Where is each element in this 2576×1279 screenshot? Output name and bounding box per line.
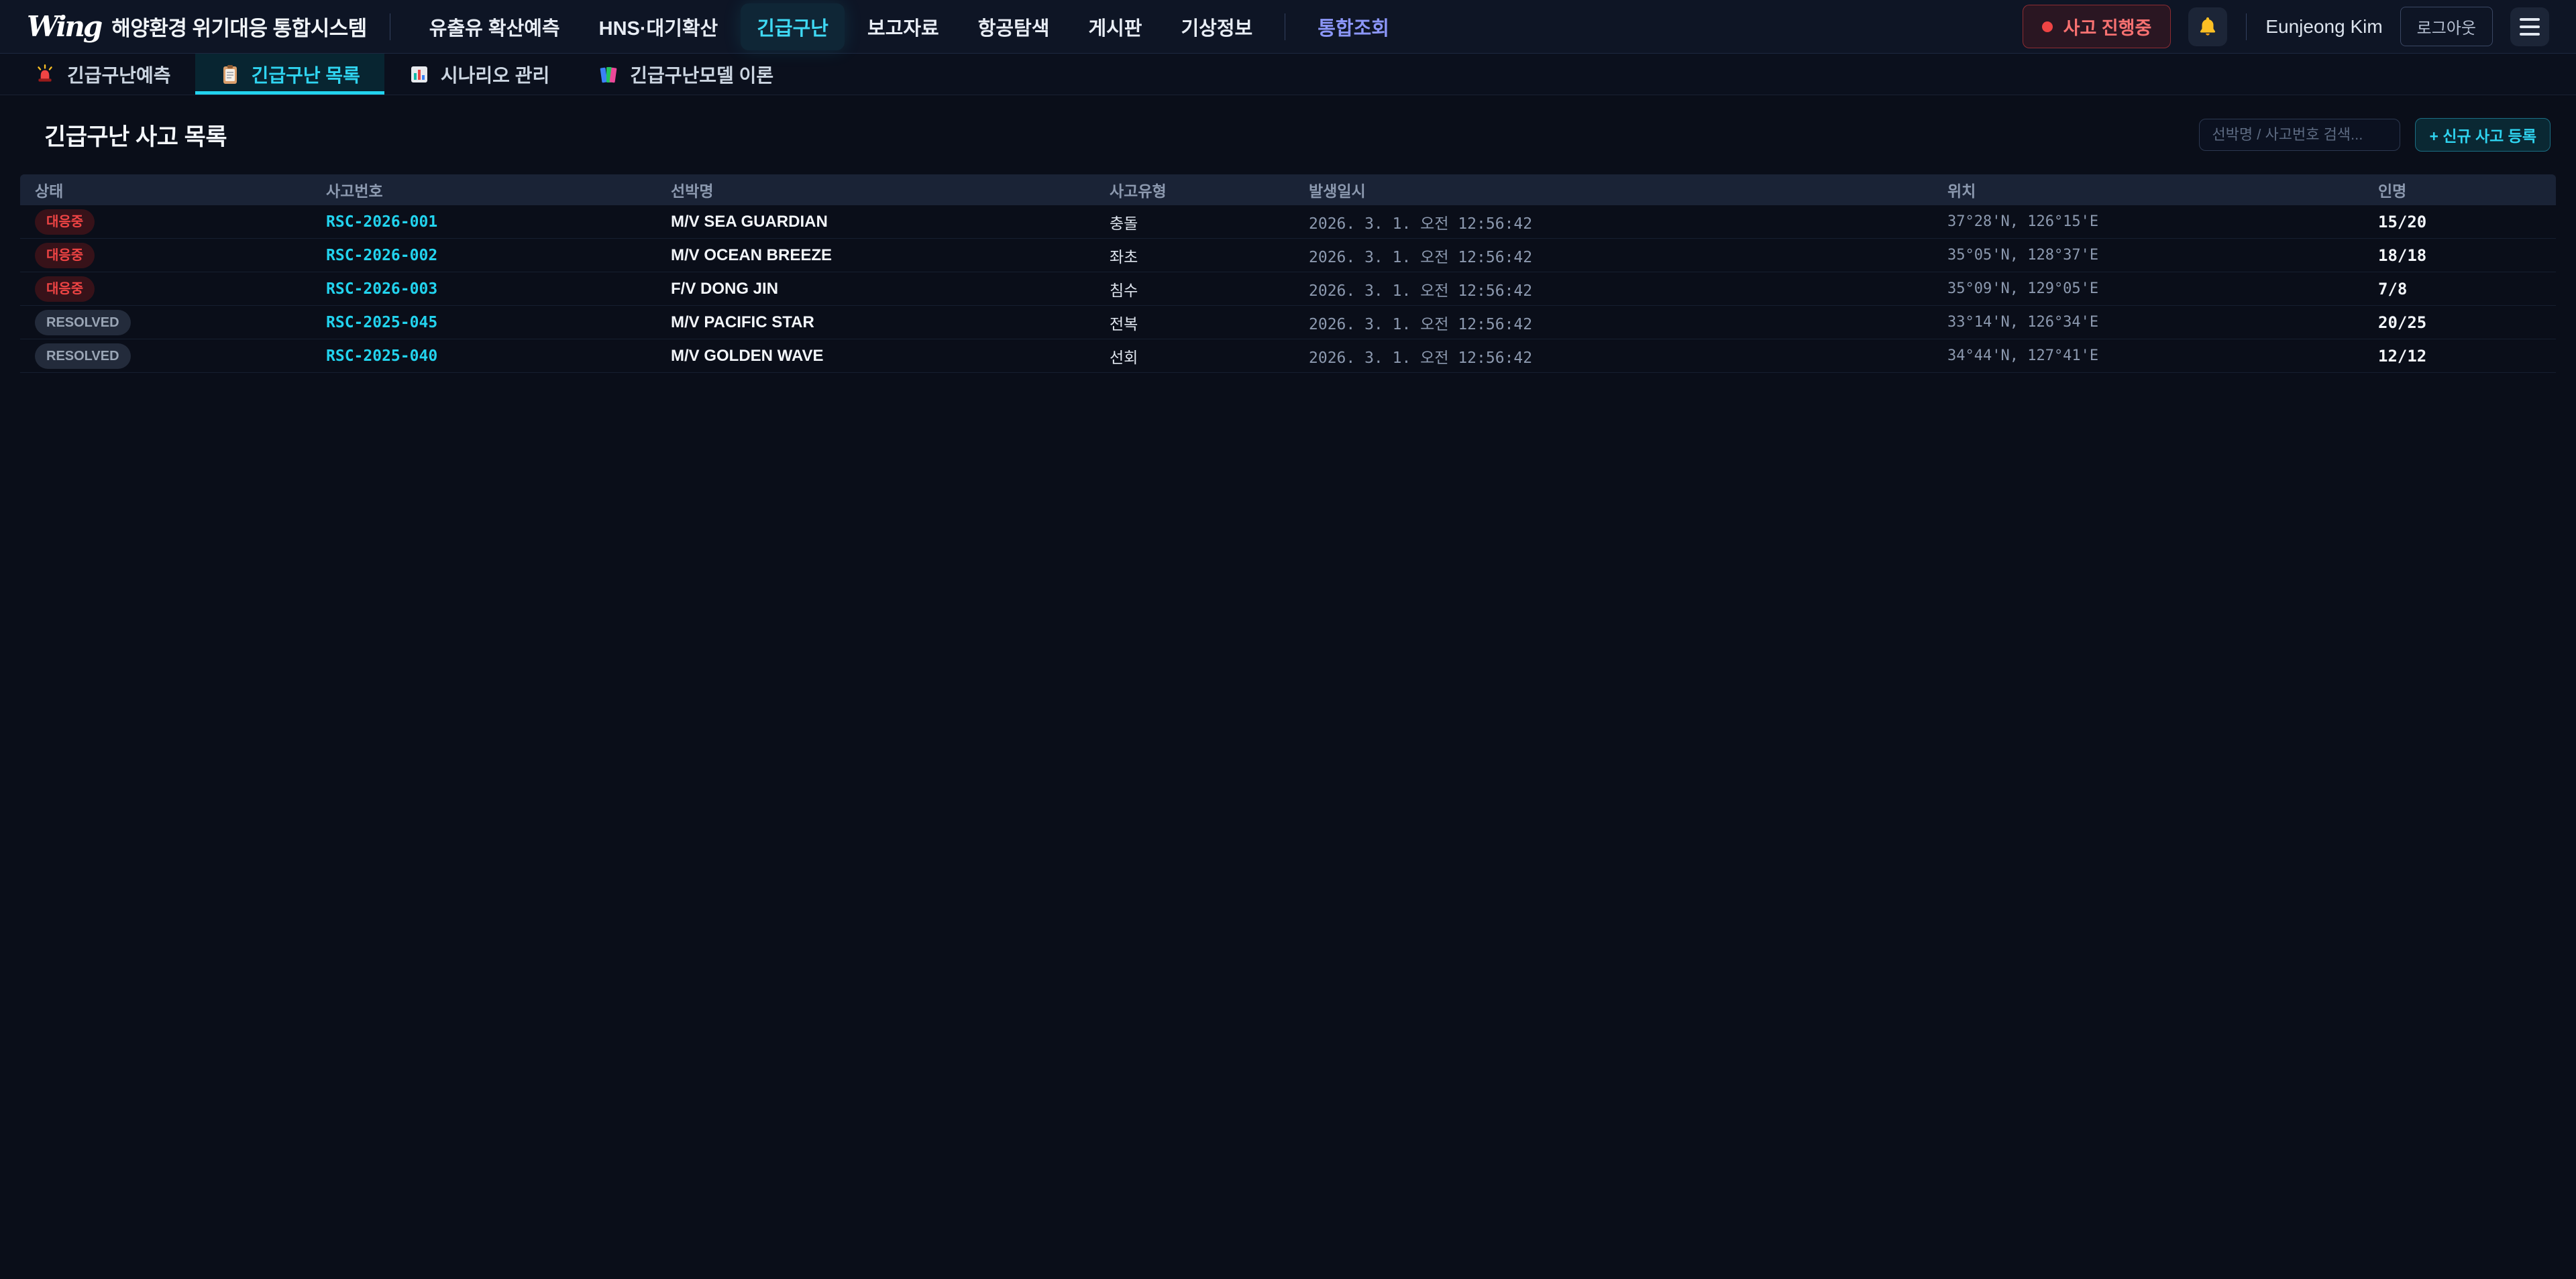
column-header-type: 사고유형 bbox=[1095, 178, 1294, 201]
user-divider bbox=[2246, 13, 2247, 40]
page-header-actions: + 신규 사고 등록 bbox=[2199, 118, 2551, 152]
page-title: 긴급구난 사고 목록 bbox=[44, 118, 227, 152]
hamburger-menu-icon bbox=[2520, 18, 2540, 36]
incident-table: 상태 사고번호 선박명 사고유형 발생일시 위치 인명 대응중 RSC-2026… bbox=[20, 174, 2556, 373]
tab-label: 긴급구난 목록 bbox=[252, 61, 360, 88]
incident-position: 37°28'N, 126°15'E bbox=[1933, 213, 2363, 230]
status-badge: 대응중 bbox=[35, 243, 95, 268]
incident-position: 35°09'N, 129°05'E bbox=[1933, 280, 2363, 297]
nav-item-air-search[interactable]: 항공탐색 bbox=[962, 3, 1066, 50]
incident-datetime: 2026. 3. 1. 오전 12:56:42 bbox=[1294, 345, 1933, 368]
incident-id-link[interactable]: RSC-2025-040 bbox=[311, 347, 656, 365]
tab-scenario-management[interactable]: 시나리오 관리 bbox=[384, 54, 574, 95]
incident-in-progress-badge: 사고 진행중 bbox=[2023, 5, 2171, 48]
incident-id-link[interactable]: RSC-2025-045 bbox=[311, 314, 656, 331]
column-header-incident-id: 사고번호 bbox=[311, 178, 656, 201]
app-title: 해양환경 위기대응 통합시스템 bbox=[111, 11, 367, 42]
nav-item-board[interactable]: 게시판 bbox=[1072, 3, 1158, 50]
incident-position: 35°05'N, 128°37'E bbox=[1933, 247, 2363, 264]
incident-datetime: 2026. 3. 1. 오전 12:56:42 bbox=[1294, 311, 1933, 334]
nav-item-integrated-search[interactable]: 통합조회 bbox=[1301, 3, 1405, 50]
table-row[interactable]: 대응중 RSC-2026-002 M/V OCEAN BREEZE 좌초 202… bbox=[20, 239, 2556, 272]
search-input[interactable] bbox=[2199, 119, 2400, 151]
status-badge: 대응중 bbox=[35, 276, 95, 302]
sub-tab-bar: 긴급구난예측 긴급구난 목록 시나리오 관리 긴급구난모델 이론 bbox=[0, 54, 2576, 95]
nav-item-rescue[interactable]: 긴급구난 bbox=[741, 3, 845, 50]
incident-type: 충돌 bbox=[1095, 211, 1294, 233]
top-navigation-bar: Wing 해양환경 위기대응 통합시스템 유출유 확산예측 HNS·대기확산 긴… bbox=[0, 0, 2576, 54]
table-header-row: 상태 사고번호 선박명 사고유형 발생일시 위치 인명 bbox=[20, 174, 2556, 205]
nav-item-hns[interactable]: HNS·대기확산 bbox=[583, 3, 735, 50]
status-badge: 대응중 bbox=[35, 209, 95, 235]
vessel-name: M/V GOLDEN WAVE bbox=[656, 347, 1095, 366]
nav-item-reports[interactable]: 보고자료 bbox=[851, 3, 955, 50]
status-badge: RESOLVED bbox=[35, 310, 131, 335]
table-row[interactable]: RESOLVED RSC-2025-045 M/V PACIFIC STAR 전… bbox=[20, 306, 2556, 339]
table-row[interactable]: RESOLVED RSC-2025-040 M/V GOLDEN WAVE 선회… bbox=[20, 339, 2556, 373]
persons-count: 12/12 bbox=[2363, 347, 2557, 366]
incident-type: 좌초 bbox=[1095, 244, 1294, 267]
column-header-position: 위치 bbox=[1933, 178, 2363, 201]
column-header-datetime: 발생일시 bbox=[1294, 178, 1933, 201]
app-logo[interactable]: Wing 해양환경 위기대응 통합시스템 bbox=[27, 11, 367, 42]
logout-button[interactable]: 로그아웃 bbox=[2400, 7, 2493, 46]
clipboard-icon bbox=[219, 64, 241, 85]
table-row[interactable]: 대응중 RSC-2026-003 F/V DONG JIN 침수 2026. 3… bbox=[20, 272, 2556, 306]
nav-item-oil-spill[interactable]: 유출유 확산예측 bbox=[413, 3, 576, 50]
hamburger-menu-button[interactable] bbox=[2510, 7, 2549, 46]
nav-item-weather[interactable]: 기상정보 bbox=[1165, 3, 1269, 50]
user-name: Eunjeong Kim bbox=[2265, 16, 2382, 38]
incident-status-label: 사고 진행중 bbox=[2063, 13, 2152, 40]
incident-datetime: 2026. 3. 1. 오전 12:56:42 bbox=[1294, 211, 1933, 233]
main-nav: 유출유 확산예측 HNS·대기확산 긴급구난 보고자료 항공탐색 게시판 기상정… bbox=[413, 3, 1405, 50]
siren-icon bbox=[34, 63, 56, 86]
incident-type: 전복 bbox=[1095, 311, 1294, 334]
vessel-name: M/V SEA GUARDIAN bbox=[656, 213, 1095, 231]
column-header-status: 상태 bbox=[20, 178, 311, 201]
tab-rescue-prediction[interactable]: 긴급구난예측 bbox=[9, 54, 195, 95]
incident-id-link[interactable]: RSC-2026-002 bbox=[311, 247, 656, 264]
tab-label: 시나리오 관리 bbox=[441, 61, 549, 88]
books-icon bbox=[598, 64, 619, 85]
table-row[interactable]: 대응중 RSC-2026-001 M/V SEA GUARDIAN 충돌 202… bbox=[20, 205, 2556, 239]
tab-rescue-model-theory[interactable]: 긴급구난모델 이론 bbox=[574, 54, 798, 95]
vessel-name: F/V DONG JIN bbox=[656, 280, 1095, 298]
page-header: 긴급구난 사고 목록 + 신규 사고 등록 bbox=[0, 95, 2576, 174]
incident-id-link[interactable]: RSC-2026-001 bbox=[311, 213, 656, 231]
incident-type: 침수 bbox=[1095, 278, 1294, 300]
persons-count: 15/20 bbox=[2363, 213, 2557, 231]
logo-wordmark: Wing bbox=[27, 13, 101, 41]
topnav-right-group: 사고 진행중 Eunjeong Kim 로그아웃 bbox=[2023, 5, 2549, 48]
incident-position: 33°14'N, 126°34'E bbox=[1933, 314, 2363, 331]
incident-datetime: 2026. 3. 1. 오전 12:56:42 bbox=[1294, 278, 1933, 300]
bell-icon bbox=[2196, 15, 2219, 38]
notification-bell-button[interactable] bbox=[2188, 7, 2227, 46]
persons-count: 18/18 bbox=[2363, 246, 2557, 265]
red-dot-icon bbox=[2042, 21, 2053, 32]
tab-rescue-list[interactable]: 긴급구난 목록 bbox=[195, 54, 384, 95]
column-header-vessel: 선박명 bbox=[656, 178, 1095, 201]
tab-label: 긴급구난모델 이론 bbox=[630, 61, 773, 88]
persons-count: 20/25 bbox=[2363, 313, 2557, 332]
incident-type: 선회 bbox=[1095, 345, 1294, 368]
incident-id-link[interactable]: RSC-2026-003 bbox=[311, 280, 656, 298]
tab-label: 긴급구난예측 bbox=[67, 61, 171, 88]
column-header-persons: 인명 bbox=[2363, 178, 2557, 201]
incident-datetime: 2026. 3. 1. 오전 12:56:42 bbox=[1294, 244, 1933, 267]
vessel-name: M/V OCEAN BREEZE bbox=[656, 246, 1095, 265]
bar-chart-icon bbox=[409, 64, 430, 85]
vessel-name: M/V PACIFIC STAR bbox=[656, 313, 1095, 332]
status-badge: RESOLVED bbox=[35, 343, 131, 369]
persons-count: 7/8 bbox=[2363, 280, 2557, 298]
incident-position: 34°44'N, 127°41'E bbox=[1933, 347, 2363, 364]
new-incident-button[interactable]: + 신규 사고 등록 bbox=[2415, 118, 2551, 152]
